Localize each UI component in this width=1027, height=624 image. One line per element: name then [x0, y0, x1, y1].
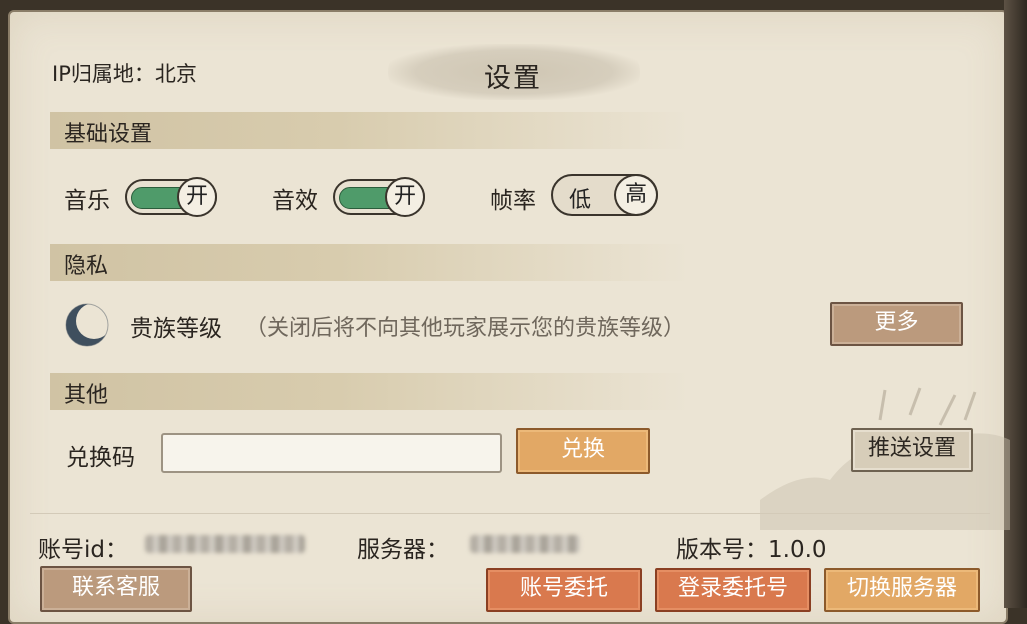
server-label: 服务器：: [357, 537, 449, 563]
music-toggle[interactable]: 开: [125, 177, 217, 217]
noble-toggle-moon-icon[interactable]: [64, 302, 110, 348]
version-label: 版本号：1.0.0: [676, 537, 827, 563]
account-id-value-redacted: [145, 535, 305, 553]
page-title: 设置: [484, 63, 542, 94]
framerate-selector[interactable]: 低 高: [551, 174, 658, 216]
redeem-button[interactable]: 兑换: [516, 428, 650, 474]
music-toggle-knob: 开: [177, 177, 217, 217]
section-title-privacy: 隐私: [64, 254, 109, 279]
redeem-code-input[interactable]: [161, 433, 502, 473]
section-header-privacy: 隐私: [50, 244, 690, 281]
section-header-other: 其他: [50, 373, 690, 410]
push-settings-button[interactable]: 推送设置: [851, 428, 973, 472]
section-title-basic: 基础设置: [64, 122, 153, 147]
sound-toggle[interactable]: 开: [333, 177, 425, 217]
framerate-label: 帧率: [490, 188, 536, 214]
sound-toggle-knob: 开: [385, 177, 425, 217]
account-entrust-button[interactable]: 账号委托: [486, 568, 642, 612]
redeem-code-label: 兑换码: [66, 445, 135, 471]
music-label: 音乐: [64, 188, 110, 214]
contact-support-button[interactable]: 联系客服: [40, 566, 192, 612]
framerate-high-option[interactable]: 高: [614, 174, 658, 216]
ip-location-label: IP归属地：北京: [52, 62, 197, 86]
section-title-other: 其他: [64, 383, 109, 408]
footer-divider: [30, 513, 990, 514]
noble-level-label: 贵族等级: [130, 316, 222, 342]
framerate-low-option[interactable]: 低: [569, 182, 591, 214]
switch-server-button[interactable]: 切换服务器: [824, 568, 980, 612]
more-button[interactable]: 更多: [830, 302, 963, 346]
login-entrust-button[interactable]: 登录委托号: [655, 568, 811, 612]
server-value-redacted: [470, 535, 580, 553]
section-header-basic: 基础设置: [50, 112, 690, 149]
sound-label: 音效: [272, 188, 318, 214]
noble-level-note: （关闭后将不向其他玩家展示您的贵族等级）: [245, 316, 686, 341]
account-id-label: 账号id：: [38, 537, 128, 563]
